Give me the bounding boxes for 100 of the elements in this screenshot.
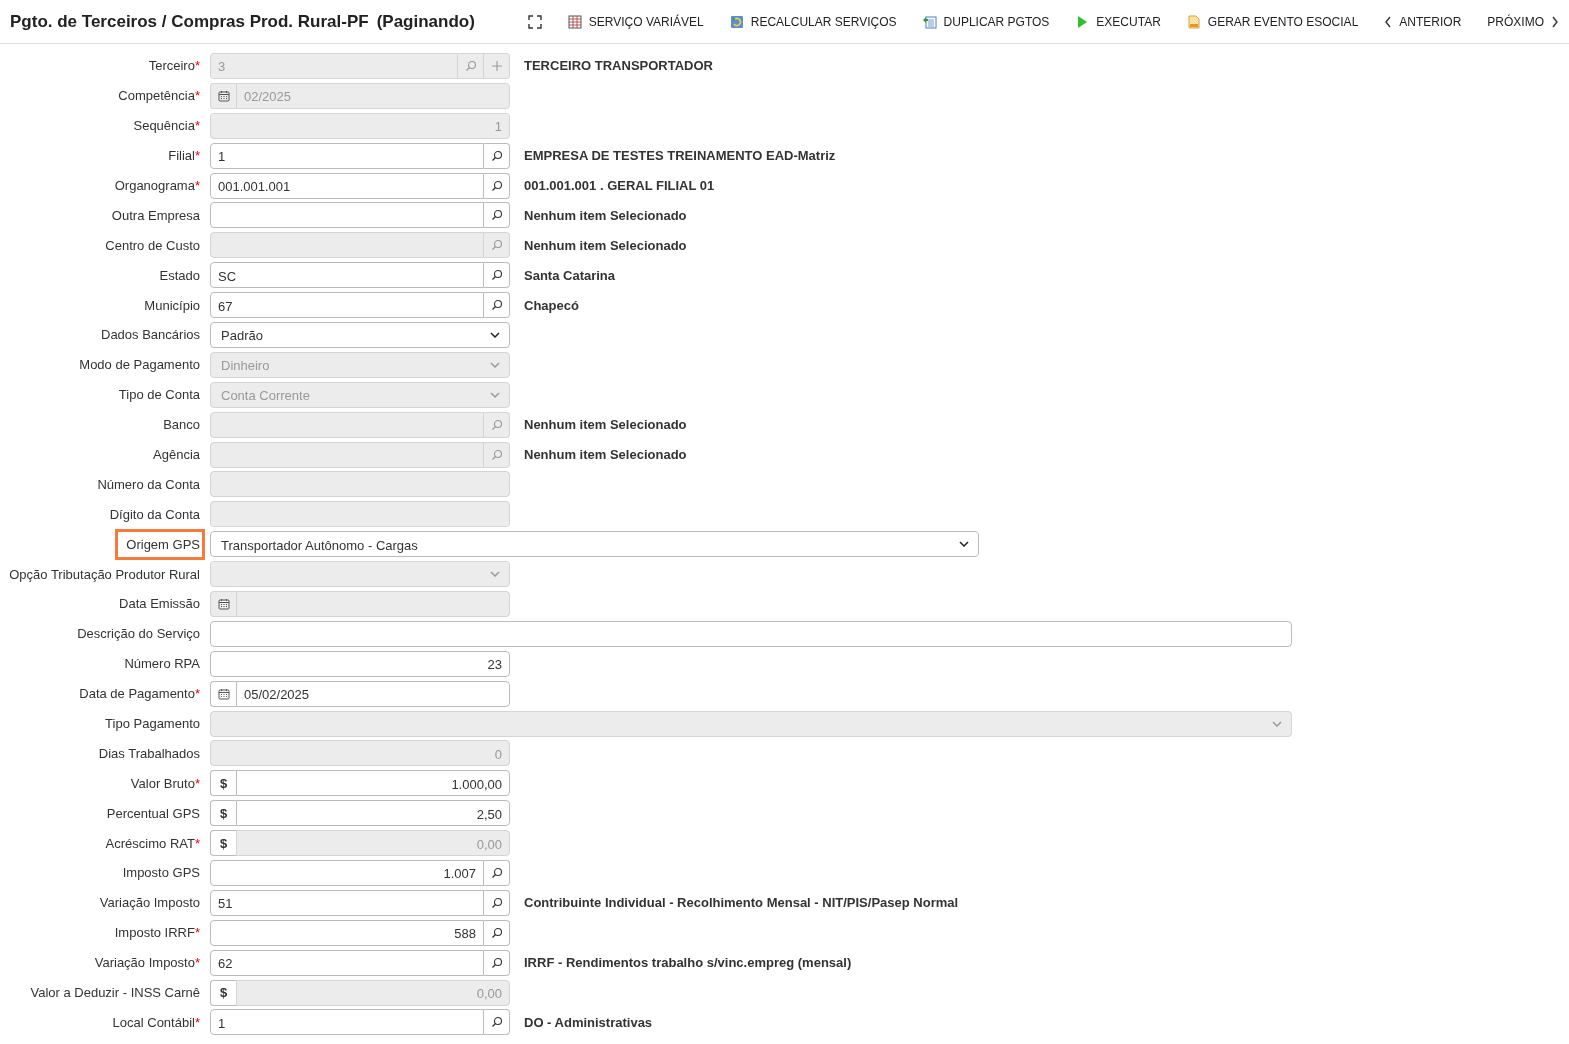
currency-addon: $ xyxy=(210,800,236,827)
search-button[interactable] xyxy=(484,292,510,319)
chevron-down-icon xyxy=(490,331,500,338)
field-label: Imposto IRRF* xyxy=(113,924,201,943)
field-label: Tipo Pagamento xyxy=(104,715,201,734)
lookup-description: Contribuinte Individual - Recolhimento Mensal - NIT/PIS/Pasep Normal xyxy=(524,895,959,911)
search-button[interactable] xyxy=(484,202,510,229)
search-button[interactable] xyxy=(484,919,510,946)
lookup-description: EMPRESA DE TESTES TREINAMENTO EAD-Matriz xyxy=(524,148,836,164)
field-label: Modo de Pagamento xyxy=(78,356,201,375)
plus-icon xyxy=(490,59,503,72)
text-field[interactable]: 1 xyxy=(210,142,484,169)
lookup-description: 001.001.001 . GERAL FILIAL 01 xyxy=(524,178,715,193)
field-label: Município xyxy=(143,296,201,315)
fullscreen-icon xyxy=(527,14,542,29)
field-label: Banco xyxy=(162,416,201,435)
toolbar-button[interactable]: DUPLICAR PGTOS xyxy=(922,14,1050,29)
toolbar-button[interactable]: RECALCULAR SERVIÇOS xyxy=(729,14,897,29)
duplicate-icon xyxy=(922,14,937,29)
toolbar-button[interactable]: EXECUTAR xyxy=(1075,14,1161,29)
field-label: Variação Imposto xyxy=(98,894,201,913)
field-label: Percentual GPS xyxy=(105,804,201,823)
lookup-description: Nenhum item Selecionado xyxy=(524,207,687,223)
page-title: Pgto. de Terceiros / Compras Prod. Rural-PF xyxy=(10,11,369,32)
search-button[interactable] xyxy=(484,262,510,289)
search-icon xyxy=(490,239,503,252)
lookup-description: Santa Catarina xyxy=(524,267,616,283)
field-label: Descrição do Serviço xyxy=(76,625,201,644)
search-button[interactable] xyxy=(484,142,510,169)
currency-addon: $ xyxy=(210,830,236,857)
lookup-description: Nenhum item Selecionado xyxy=(524,237,687,253)
field-label: Terceiro* xyxy=(147,57,201,76)
select-field[interactable]: Padrão xyxy=(210,321,510,348)
text-field[interactable]: 23 xyxy=(210,650,510,677)
text-field[interactable]: 1 xyxy=(210,1009,484,1036)
search-icon xyxy=(490,299,503,312)
calendar-icon xyxy=(217,597,230,610)
text-field[interactable]: 1.007 xyxy=(210,860,484,886)
search-icon xyxy=(490,896,503,909)
text-field[interactable] xyxy=(210,620,1292,647)
toolbar-button[interactable]: ANTERIOR xyxy=(1384,14,1462,29)
field-label: Número da Conta xyxy=(96,475,201,494)
chevron-down-icon xyxy=(959,541,969,548)
field-label: Competência* xyxy=(117,87,201,106)
field-label: Origem GPS xyxy=(115,528,205,560)
lookup-description: TERCEIRO TRANSPORTADOR xyxy=(524,58,713,74)
text-field[interactable]: SC xyxy=(210,262,484,289)
text-field[interactable]: 2,50 xyxy=(236,800,510,827)
field-label: Opção Tributação Produtor Rural xyxy=(8,565,201,584)
field-label: Valor Bruto* xyxy=(129,774,201,793)
field-label: Centro de Custo xyxy=(104,236,201,255)
field-label: Estado xyxy=(158,266,201,285)
toolbar-button[interactable]: SERVIÇO VARIÁVEL xyxy=(567,14,704,29)
toolbar-button[interactable]: PRÓXIMO xyxy=(1487,14,1559,29)
text-field[interactable]: 1.000,00 xyxy=(236,770,510,797)
field-label: Organograma* xyxy=(113,177,201,195)
search-button[interactable] xyxy=(484,949,510,976)
page-status: (Paginando) xyxy=(376,11,475,32)
chevron-down-icon xyxy=(490,571,500,578)
refresh-icon xyxy=(729,14,744,29)
text-field[interactable]: 588 xyxy=(210,919,484,946)
calendar-button[interactable] xyxy=(210,680,236,707)
lookup-description: IRRF - Rendimentos trabalho s/vinc.empreg (mensal) xyxy=(524,955,852,971)
chevron-down-icon xyxy=(490,391,500,398)
text-field[interactable]: 67 xyxy=(210,292,484,319)
field-label: Filial* xyxy=(167,147,201,166)
field-label: Valor a Deduzir - INSS Carnê xyxy=(29,984,201,1003)
field-label: Local Contábil* xyxy=(111,1013,201,1032)
text-field[interactable]: 05/02/2025 xyxy=(236,680,510,707)
field-label: Variação Imposto* xyxy=(93,954,201,973)
select-field[interactable]: Transportador Autônomo - Cargas xyxy=(210,531,979,558)
lookup-description: DO - Administrativas xyxy=(524,1014,653,1030)
lookup-description: Nenhum item Selecionado xyxy=(524,417,687,433)
field-label: Outra Empresa xyxy=(110,206,201,225)
search-button[interactable] xyxy=(484,1009,510,1036)
document-icon xyxy=(1186,14,1201,29)
search-icon xyxy=(490,1016,503,1029)
calendar-button[interactable] xyxy=(210,82,236,109)
toolbar-button[interactable]: GERAR EVENTO ESOCIAL xyxy=(1186,14,1359,29)
caret-left-icon xyxy=(1384,15,1393,28)
search-icon xyxy=(490,149,503,162)
field-label: Imposto GPS xyxy=(121,864,201,883)
text-field[interactable] xyxy=(210,202,484,229)
text-field[interactable]: 001.001.001 xyxy=(210,172,484,199)
field-label: Agência xyxy=(152,446,201,464)
lookup-description: Chapecó xyxy=(524,297,579,313)
lookup-description: Nenhum item Selecionado xyxy=(524,447,687,462)
search-button[interactable] xyxy=(484,860,510,886)
text-field[interactable]: 62 xyxy=(210,949,484,976)
calendar-button[interactable] xyxy=(210,590,236,617)
search-button[interactable] xyxy=(484,172,510,199)
caret-right-icon xyxy=(1551,15,1559,28)
search-icon xyxy=(490,867,503,879)
field-label: Dias Trabalhados xyxy=(97,744,201,763)
search-button[interactable] xyxy=(484,889,510,916)
search-icon xyxy=(490,179,503,192)
text-field[interactable]: 51 xyxy=(210,889,484,916)
field-label: Número RPA xyxy=(123,655,201,674)
field-label: Sequência* xyxy=(132,117,201,136)
fullscreen-button[interactable] xyxy=(527,14,542,29)
